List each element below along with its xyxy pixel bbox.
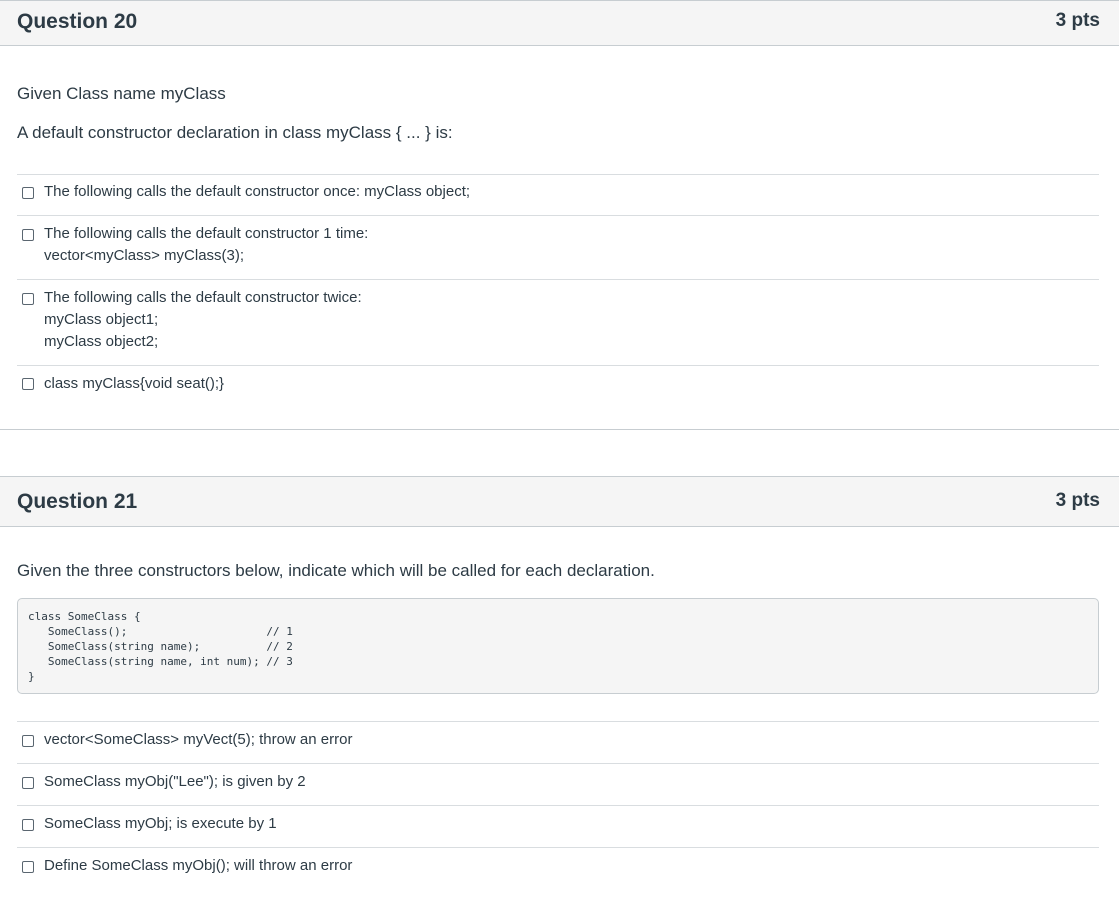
question-text: Given the three constructors below, indi… xyxy=(17,561,655,580)
question-title: Question 20 xyxy=(17,10,138,33)
checkbox[interactable] xyxy=(22,187,34,199)
answer-label: SomeClass myObj("Lee"); is given by 2 xyxy=(44,773,306,790)
question-separator xyxy=(0,429,1119,430)
question-text: A default constructor declaration in cla… xyxy=(17,123,453,142)
question-20-header: Question 20 3 pts xyxy=(0,0,1119,46)
answer-label: Define SomeClass myObj(); will throw an … xyxy=(44,857,353,874)
code-text: class SomeClass { SomeClass(); // 1 Some… xyxy=(28,610,293,683)
checkbox[interactable] xyxy=(22,735,34,747)
checkbox[interactable] xyxy=(22,861,34,873)
checkbox[interactable] xyxy=(22,819,34,831)
checkbox[interactable] xyxy=(22,229,34,241)
answer-label: myClass object2; xyxy=(44,333,159,350)
question-title: Question 21 xyxy=(17,490,138,513)
checkbox[interactable] xyxy=(22,293,34,305)
answer-option[interactable]: class myClass{void seat();} xyxy=(17,365,1099,407)
answer-label: The following calls the default construc… xyxy=(44,289,362,306)
answer-option[interactable]: Define SomeClass myObj(); will throw an … xyxy=(17,847,1099,889)
answer-option[interactable]: SomeClass myObj("Lee"); is given by 2 xyxy=(17,763,1099,805)
answer-option[interactable]: The following calls the default construc… xyxy=(17,174,1099,215)
question-text: Given Class name myClass xyxy=(17,84,226,103)
question-points: 3 pts xyxy=(1055,490,1100,511)
code-block: class SomeClass { SomeClass(); // 1 Some… xyxy=(17,598,1099,694)
answer-option[interactable]: The following calls the default construc… xyxy=(17,279,1099,365)
answer-option[interactable]: SomeClass myObj; is execute by 1 xyxy=(17,805,1099,847)
answer-label: vector<SomeClass> myVect(5); throw an er… xyxy=(44,731,353,748)
answer-label: myClass object1; xyxy=(44,311,159,328)
answer-option[interactable]: The following calls the default construc… xyxy=(17,215,1099,279)
question-points: 3 pts xyxy=(1055,10,1100,31)
answer-label: vector<myClass> myClass(3); xyxy=(44,247,245,264)
answer-option[interactable]: vector<SomeClass> myVect(5); throw an er… xyxy=(17,721,1099,763)
question-21-header: Question 21 3 pts xyxy=(0,476,1119,527)
answer-label: class myClass{void seat();} xyxy=(44,375,225,392)
checkbox[interactable] xyxy=(22,777,34,789)
checkbox[interactable] xyxy=(22,378,34,390)
answer-label: SomeClass myObj; is execute by 1 xyxy=(44,815,277,832)
answer-label: The following calls the default construc… xyxy=(44,183,471,200)
answer-label: The following calls the default construc… xyxy=(44,225,369,242)
